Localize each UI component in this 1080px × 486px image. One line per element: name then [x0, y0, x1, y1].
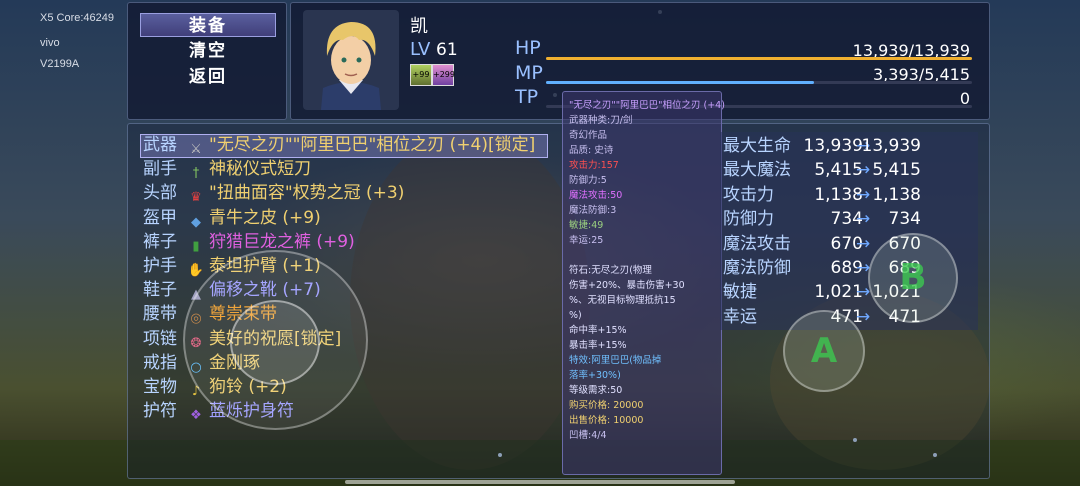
armor-icon: ◆ — [191, 214, 201, 230]
tooltip-line: 防御力:5 — [569, 175, 607, 186]
system-info-brand: vivo — [40, 37, 60, 49]
stat-after: 13,939 — [861, 136, 921, 156]
slot-label: 腰带 — [143, 304, 177, 325]
tooltip-title: "无尽之刃""阿里巴巴"相位之刃 (+4) — [569, 100, 725, 111]
stat-after: 5,415 — [872, 160, 921, 181]
home-indicator — [345, 480, 735, 484]
sword-icon: ⚔ — [190, 142, 202, 157]
level-label: LV — [410, 39, 431, 60]
joystick-knob[interactable] — [230, 300, 320, 385]
stat-name: 魔法攻击 — [723, 233, 791, 254]
stat-after: 1,138 — [872, 184, 921, 205]
slot-item-name: 青牛之皮 (+9) — [209, 207, 321, 228]
slot-item-name: 狩猎巨龙之裤 (+9) — [209, 231, 355, 252]
arrow-icon: → — [856, 209, 871, 230]
equipment-slot-3[interactable]: 盔甲 ◆ 青牛之皮 (+9) — [143, 207, 321, 230]
dagger-icon: † — [192, 166, 200, 182]
tooltip-line: 品质: 史诗 — [569, 145, 614, 156]
slot-label: 头部 — [143, 183, 177, 204]
tooltip-line: 奇幻作品 — [569, 130, 608, 141]
buff-icon-1: +99 — [410, 64, 432, 86]
equip-command[interactable]: 装备 — [140, 13, 276, 37]
equipment-slot-1[interactable]: 副手 † 神秘仪式短刀 — [143, 158, 311, 182]
tooltip-line: 魔法攻击:50 — [569, 190, 623, 201]
gauntlet-icon: ✋ — [187, 263, 205, 278]
stat-after: 734 — [888, 209, 921, 230]
command-window: 装备 清空 返回 — [127, 2, 287, 120]
tooltip-line: 命中率+15% — [569, 325, 627, 336]
pants-icon: ▮ — [192, 238, 200, 254]
item-tooltip: "无尽之刃""阿里巴巴"相位之刃 (+4) 武器种类:刀/剑 奇幻作品品质: 史诗… — [562, 91, 725, 475]
tooltip-line — [569, 248, 715, 263]
slot-label: 戒指 — [143, 352, 177, 373]
stat-name: 最大魔法 — [723, 160, 791, 181]
clear-command[interactable]: 清空 — [140, 39, 276, 63]
hp-label: HP — [515, 37, 541, 59]
actor-name: 凯 — [410, 16, 428, 37]
equipment-slot-0[interactable]: 武器 ⚔ "无尽之刃""阿里巴巴"相位之刃 (+4)[锁定] — [143, 134, 536, 157]
system-info-model: V2199A — [40, 58, 80, 70]
arrow-icon: → — [856, 184, 871, 205]
tooltip-line: 伤害+20%、暴击伤害+30 — [569, 280, 685, 291]
tooltip-line: 敏捷:49 — [569, 220, 604, 231]
buff-icon-2: +299 — [432, 64, 455, 86]
tooltip-line: 凹槽:4/4 — [569, 430, 607, 441]
arrow-icon: → — [856, 306, 871, 327]
stat-before: 13,939 — [803, 136, 863, 156]
arrow-icon: → — [856, 233, 871, 254]
stat-name: 攻击力 — [723, 184, 774, 205]
slot-item-name: "无尽之刃""阿里巴巴"相位之刃 (+4)[锁定] — [209, 135, 536, 155]
slot-label: 副手 — [143, 159, 177, 180]
game-screen: X5 Core:46249 vivo V2199A 装备 清空 返回 凯 LV … — [0, 0, 1080, 486]
stat-compare-row: 最大生命 13,939 → 13,939 — [723, 134, 973, 158]
stat-name: 幸运 — [723, 306, 757, 327]
slot-label: 项链 — [143, 328, 177, 349]
slot-label: 武器 — [143, 135, 177, 155]
level-value: 61 — [436, 40, 458, 60]
back-command[interactable]: 返回 — [140, 65, 276, 89]
stat-name: 敏捷 — [723, 282, 757, 303]
tooltip-line: 武器种类:刀/剑 — [569, 115, 633, 126]
slot-label: 护手 — [143, 256, 177, 276]
a-button[interactable]: A — [783, 310, 865, 392]
slot-label: 鞋子 — [143, 280, 177, 301]
slot-label: 盔甲 — [143, 207, 177, 228]
arrow-icon: → — [856, 160, 871, 181]
system-info-core: X5 Core:46249 — [40, 12, 114, 24]
b-button[interactable]: B — [868, 233, 958, 323]
stat-compare-row: 防御力 734 → 734 — [723, 207, 973, 231]
tooltip-line: 魔法防御:3 — [569, 205, 617, 216]
slot-label: 宝物 — [143, 377, 177, 397]
equipment-slot-4[interactable]: 裤子 ▮ 狩猎巨龙之裤 (+9) — [143, 231, 355, 254]
tooltip-line: 暴击率+15% — [569, 340, 627, 351]
tooltip-line: 落率+30%) — [569, 370, 621, 381]
slot-item-name: 神秘仪式短刀 — [209, 159, 311, 180]
stat-name: 最大生命 — [723, 136, 791, 156]
tooltip-line: 购买价格: 20000 — [569, 400, 644, 411]
tooltip-line: 幸运:25 — [569, 235, 604, 246]
slot-label: 裤子 — [143, 231, 177, 252]
slot-item-name: "扭曲面容"权势之冠 (+3) — [209, 183, 405, 204]
actor-portrait — [303, 10, 399, 110]
tooltip-line: 符石:无尽之刃(物理 — [569, 265, 652, 276]
slot-label: 护符 — [143, 401, 177, 422]
mp-label: MP — [515, 62, 543, 84]
tooltip-lines: 武器种类:刀/剑 奇幻作品品质: 史诗 攻击力:157 防御力:5 魔法攻击:50 魔法防… — [569, 113, 715, 443]
mp-gauge-fill — [546, 81, 815, 84]
crown-icon: ♛ — [190, 190, 202, 206]
stat-name: 防御力 — [723, 209, 774, 230]
tooltip-line: 攻击力:157 — [569, 160, 619, 171]
stat-compare-row: 最大魔法 5,415 → 5,415 — [723, 158, 973, 182]
tooltip-line: 出售价格: 10000 — [569, 415, 644, 426]
tooltip-line: 等级需求:50 — [569, 385, 623, 396]
hp-gauge-fill — [546, 57, 972, 60]
tp-label: TP — [515, 86, 539, 108]
tooltip-line: 特效:阿里巴巴(物品掉 — [569, 355, 662, 366]
tooltip-line: %、无视目标物理抵抗15 — [569, 295, 676, 306]
stat-compare-row: 攻击力 1,138 → 1,138 — [723, 183, 973, 207]
stat-name: 魔法防御 — [723, 258, 791, 278]
tooltip-line: %) — [569, 310, 582, 321]
equipment-slot-2[interactable]: 头部 ♛ "扭曲面容"权势之冠 (+3) — [143, 182, 405, 206]
amulet-icon: ❖ — [190, 408, 202, 424]
